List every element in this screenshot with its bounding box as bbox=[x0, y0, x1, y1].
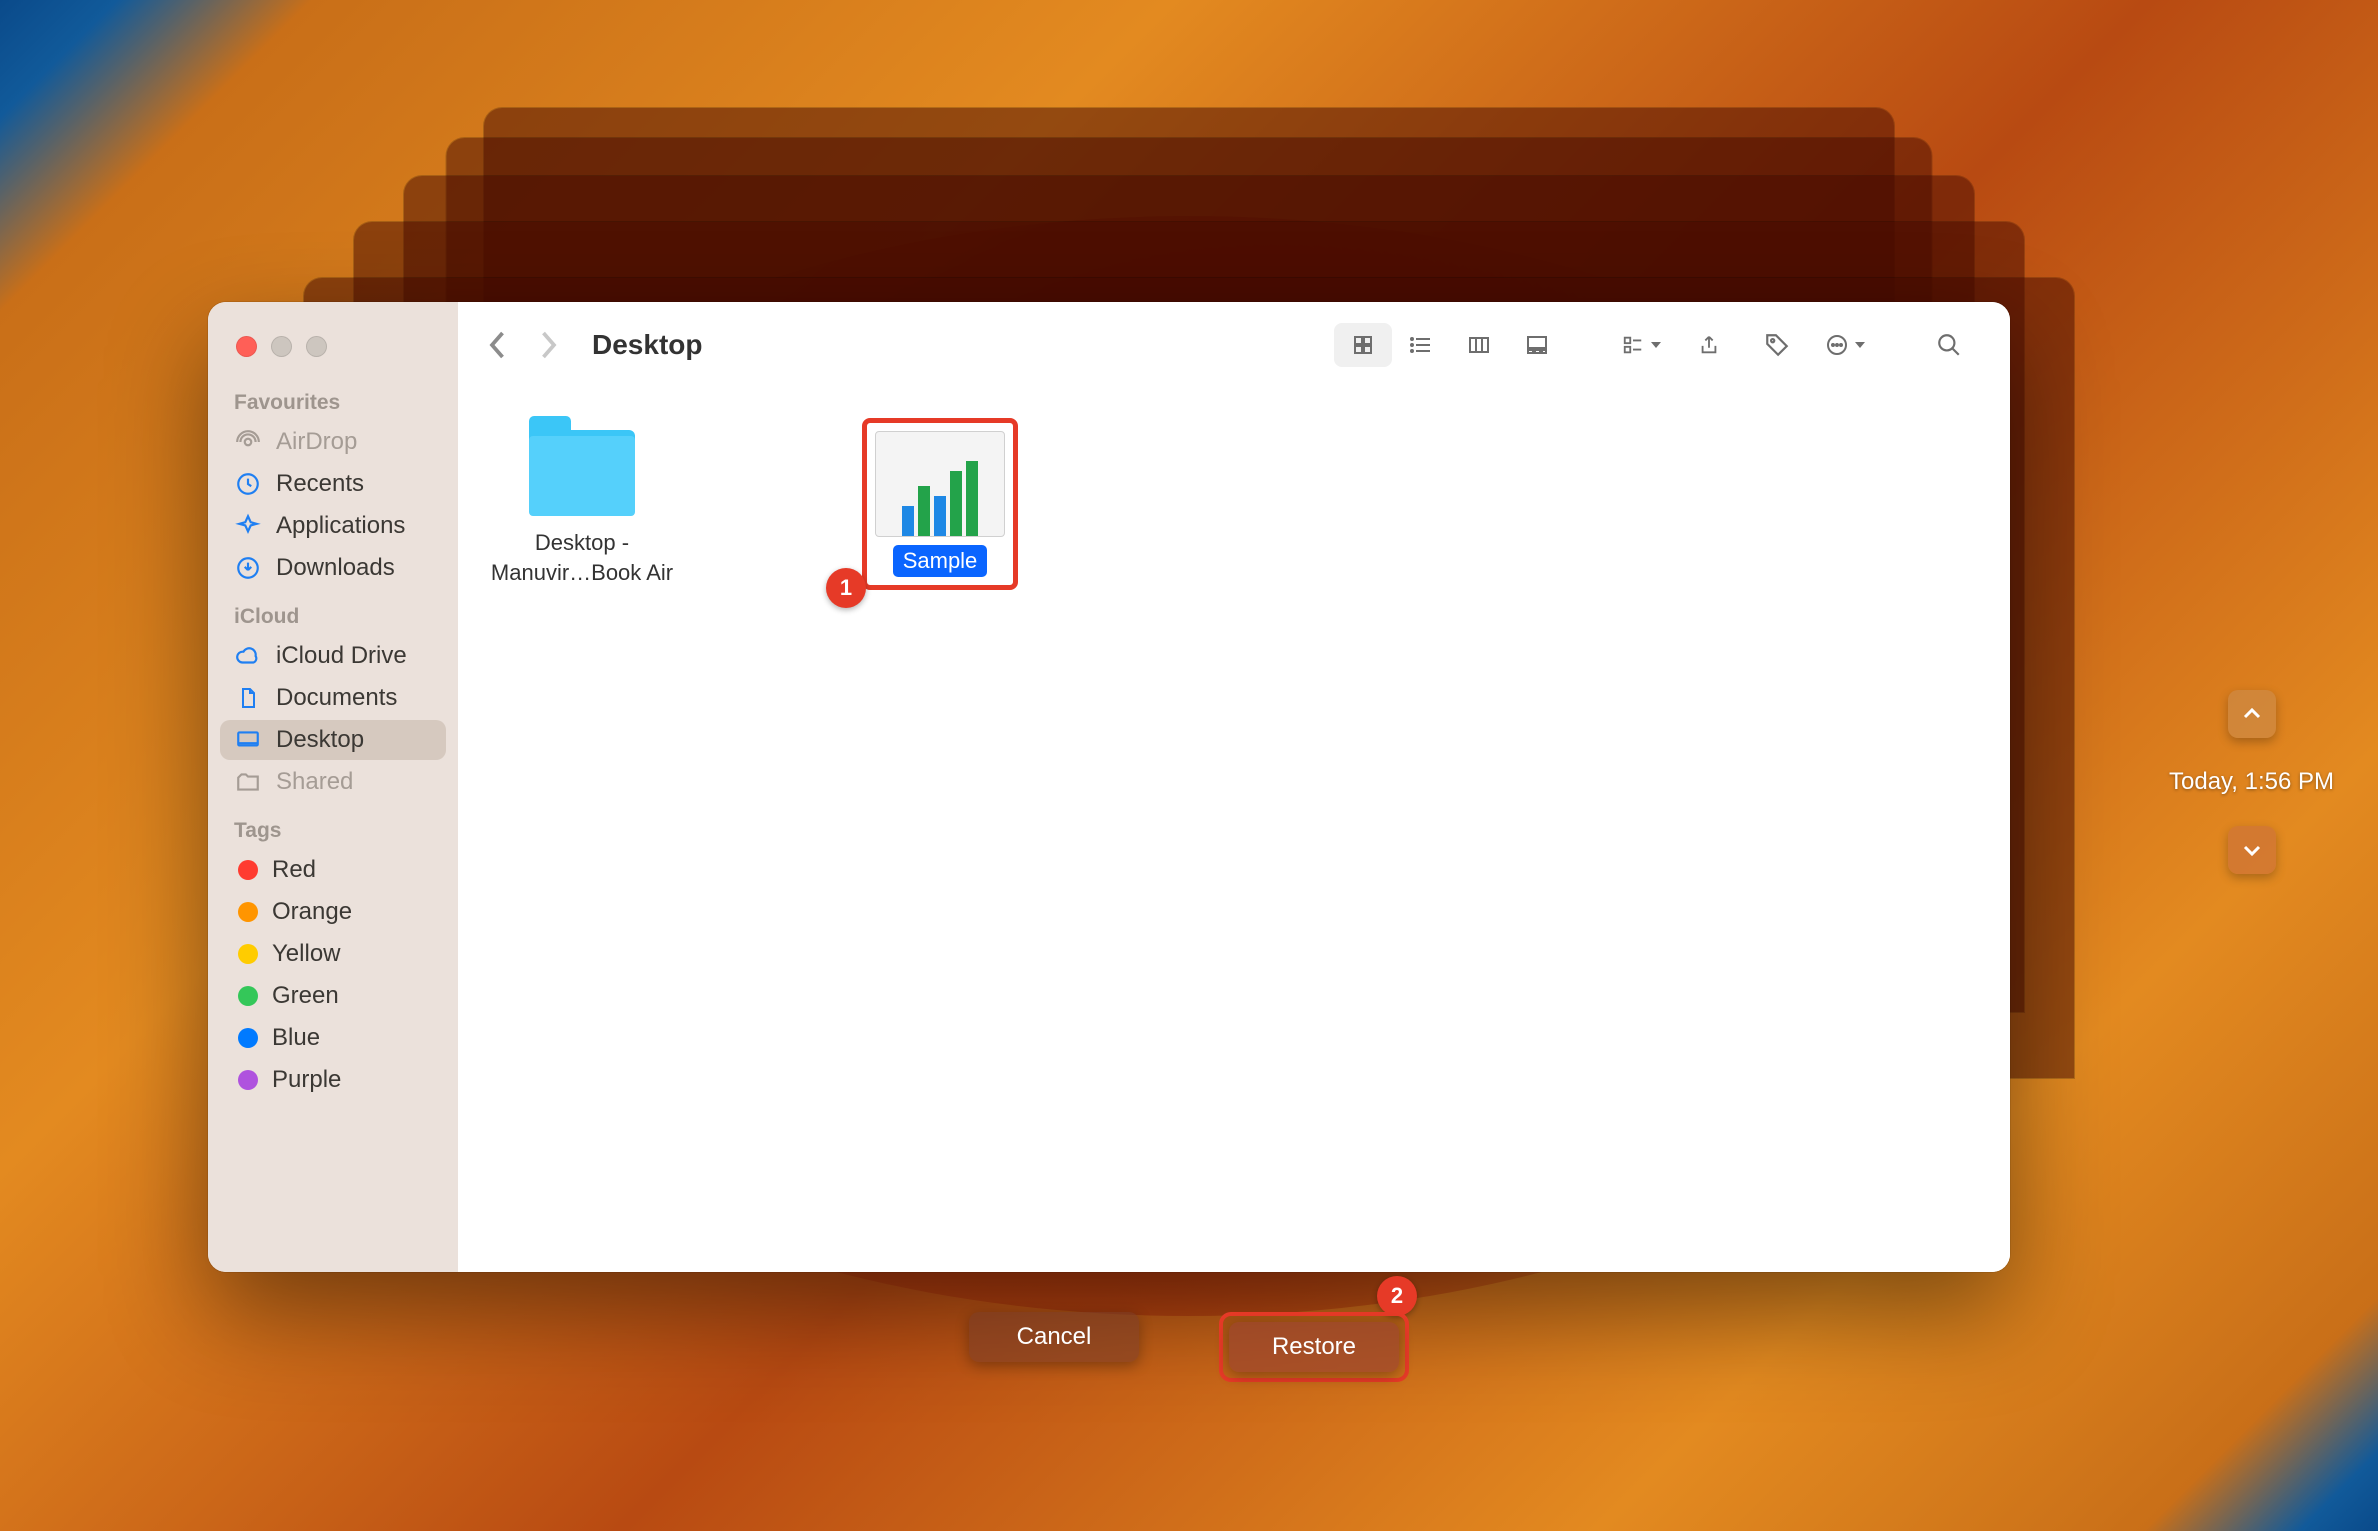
selected-file-highlight: Sample bbox=[862, 418, 1018, 590]
close-button[interactable] bbox=[236, 336, 257, 357]
sidebar-item-downloads[interactable]: Downloads bbox=[220, 548, 446, 588]
cancel-button[interactable]: Cancel bbox=[969, 1312, 1139, 1362]
group-by-button[interactable] bbox=[1612, 323, 1670, 367]
tags-button[interactable] bbox=[1748, 323, 1806, 367]
tag-label: Orange bbox=[272, 898, 352, 926]
selected-file-label: Sample bbox=[893, 545, 988, 577]
sidebar-item-documents[interactable]: Documents bbox=[220, 678, 446, 718]
sidebar-item-label: Documents bbox=[276, 684, 397, 712]
purple-tag-icon bbox=[238, 1070, 258, 1090]
annotation-step-2: 2 bbox=[1377, 1276, 1417, 1316]
sidebar-item-desktop[interactable]: Desktop bbox=[220, 720, 446, 760]
timeline-current-label: Today, 1:56 PM bbox=[2169, 768, 2334, 796]
green-tag-icon bbox=[238, 986, 258, 1006]
sidebar-item-shared[interactable]: Shared bbox=[220, 762, 446, 802]
tag-blue[interactable]: Blue bbox=[220, 1018, 446, 1058]
restore-button-highlight: Restore bbox=[1219, 1312, 1409, 1382]
view-gallery-button[interactable] bbox=[1508, 323, 1566, 367]
section-header-favourites: Favourites bbox=[208, 375, 458, 421]
more-actions-button[interactable] bbox=[1816, 323, 1874, 367]
sidebar-item-applications[interactable]: Applications bbox=[220, 506, 446, 546]
applications-icon bbox=[234, 512, 262, 540]
download-icon bbox=[234, 554, 262, 582]
view-columns-button[interactable] bbox=[1450, 323, 1508, 367]
tag-red[interactable]: Red bbox=[220, 850, 446, 890]
share-button[interactable] bbox=[1680, 323, 1738, 367]
restore-button[interactable]: Restore bbox=[1229, 1322, 1399, 1372]
folder-icon bbox=[529, 430, 635, 516]
sidebar-item-icloud-drive[interactable]: iCloud Drive bbox=[220, 636, 446, 676]
minimize-button[interactable] bbox=[271, 336, 292, 357]
yellow-tag-icon bbox=[238, 944, 258, 964]
tag-label: Red bbox=[272, 856, 316, 884]
sidebar-item-label: Desktop bbox=[276, 726, 364, 754]
folder-item[interactable]: Desktop - Manuvir…Book Air bbox=[482, 418, 682, 587]
search-button[interactable] bbox=[1920, 323, 1978, 367]
back-button[interactable] bbox=[478, 321, 518, 369]
view-icons-button[interactable] bbox=[1334, 323, 1392, 367]
window-title: Desktop bbox=[592, 329, 702, 361]
folder-label: Desktop - Manuvir…Book Air bbox=[482, 528, 682, 587]
section-header-tags: Tags bbox=[208, 803, 458, 849]
document-icon bbox=[234, 684, 262, 712]
tag-yellow[interactable]: Yellow bbox=[220, 934, 446, 974]
cloud-icon bbox=[234, 642, 262, 670]
time-machine-nav: Today, 1:56 PM bbox=[2169, 690, 2334, 874]
tag-label: Purple bbox=[272, 1066, 341, 1094]
file-item-selected[interactable]: Sample bbox=[875, 431, 1005, 577]
timeline-down-button[interactable] bbox=[2228, 826, 2276, 874]
airdrop-icon bbox=[234, 428, 262, 456]
view-list-button[interactable] bbox=[1392, 323, 1450, 367]
sidebar-item-recents[interactable]: Recents bbox=[220, 464, 446, 504]
shared-folder-icon bbox=[234, 768, 262, 796]
sidebar-item-label: AirDrop bbox=[276, 428, 357, 456]
sidebar: Favourites AirDrop Recents Applications … bbox=[208, 302, 458, 1272]
file-grid[interactable]: Desktop - Manuvir…Book Air Sample 1 bbox=[458, 388, 2010, 1272]
sidebar-item-label: Recents bbox=[276, 470, 364, 498]
tag-label: Blue bbox=[272, 1024, 320, 1052]
tag-label: Green bbox=[272, 982, 339, 1010]
tag-green[interactable]: Green bbox=[220, 976, 446, 1016]
blue-tag-icon bbox=[238, 1028, 258, 1048]
sidebar-item-label: Shared bbox=[276, 768, 353, 796]
window-controls bbox=[208, 320, 458, 375]
main-area: Desktop bbox=[458, 302, 2010, 1272]
annotation-step-1: 1 bbox=[826, 568, 866, 608]
forward-button[interactable] bbox=[528, 321, 568, 369]
toolbar: Desktop bbox=[458, 302, 2010, 388]
fullscreen-button[interactable] bbox=[306, 336, 327, 357]
red-tag-icon bbox=[238, 860, 258, 880]
clock-icon bbox=[234, 470, 262, 498]
action-buttons: Cancel 2 Restore bbox=[969, 1312, 1409, 1382]
finder-window: Favourites AirDrop Recents Applications … bbox=[208, 302, 2010, 1272]
view-mode-group bbox=[1334, 323, 1566, 367]
timeline-up-button[interactable] bbox=[2228, 690, 2276, 738]
tag-label: Yellow bbox=[272, 940, 341, 968]
sidebar-item-label: Downloads bbox=[276, 554, 395, 582]
file-thumbnail bbox=[875, 431, 1005, 537]
section-header-icloud: iCloud bbox=[208, 589, 458, 635]
sidebar-item-label: iCloud Drive bbox=[276, 642, 407, 670]
tag-orange[interactable]: Orange bbox=[220, 892, 446, 932]
tag-purple[interactable]: Purple bbox=[220, 1060, 446, 1100]
sidebar-item-airdrop[interactable]: AirDrop bbox=[220, 422, 446, 462]
sidebar-item-label: Applications bbox=[276, 512, 405, 540]
desktop-icon bbox=[234, 726, 262, 754]
orange-tag-icon bbox=[238, 902, 258, 922]
